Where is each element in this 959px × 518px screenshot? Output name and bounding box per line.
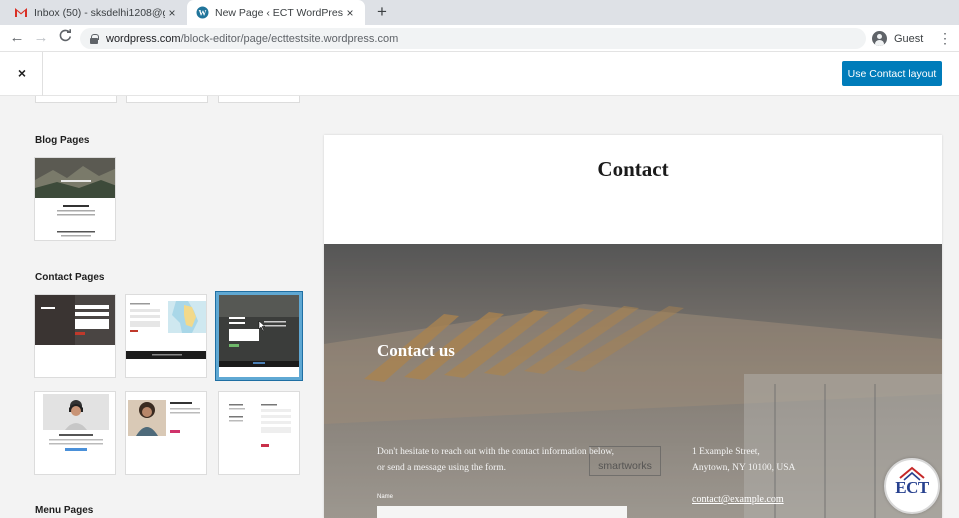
profile-label: Guest bbox=[894, 32, 924, 45]
contact-layout-5-preview bbox=[128, 400, 200, 436]
blog-layout-preview bbox=[35, 158, 115, 237]
browser-menu-icon[interactable]: ⋮ bbox=[938, 29, 952, 47]
layout-picker: Blog Pages Contact Pages Menu Pages Cont… bbox=[0, 96, 959, 518]
preview-hero-title: Contact us bbox=[377, 341, 455, 360]
preview-name-field bbox=[377, 506, 627, 518]
close-icon[interactable]: × bbox=[13, 64, 31, 82]
office-background-image bbox=[324, 244, 942, 518]
contact-layout-1-preview bbox=[35, 295, 115, 345]
reload-icon bbox=[59, 29, 71, 42]
preview-name-label: Name bbox=[377, 494, 394, 500]
close-tab-icon[interactable]: × bbox=[165, 6, 179, 20]
gmail-icon bbox=[14, 6, 28, 20]
url-domain: wordpress.com bbox=[106, 32, 181, 45]
section-heading-contact: Contact Pages bbox=[35, 272, 105, 283]
svg-text:W: W bbox=[198, 9, 206, 18]
lock-icon bbox=[90, 33, 99, 44]
layout-thumbnail-blog[interactable] bbox=[34, 157, 116, 241]
layout-thumbnail-partial[interactable] bbox=[126, 96, 208, 103]
contact-layout-3-preview bbox=[219, 295, 299, 367]
layout-thumbnail-contact-6[interactable] bbox=[218, 391, 300, 475]
contact-layout-2-preview bbox=[126, 295, 206, 377]
tab-title: New Page ‹ ECT WordPress Dem bbox=[215, 6, 343, 19]
browser-toolbar: ← → wordpress.com/block-editor/page/ectt… bbox=[0, 25, 959, 52]
contact-layout-4-preview bbox=[43, 394, 109, 451]
address-line-1: 1 Example Street, bbox=[692, 447, 760, 457]
preview-email-link: contact@example.com bbox=[692, 494, 784, 505]
ect-watermark-logo: ECT bbox=[884, 458, 940, 514]
wordpress-icon: W bbox=[195, 6, 209, 20]
address-bar[interactable]: wordpress.com/block-editor/page/ecttests… bbox=[80, 28, 866, 49]
ect-logo-text: ECT bbox=[895, 478, 929, 497]
layout-thumbnail-contact-1[interactable] bbox=[34, 294, 116, 378]
contact-layout-6-preview bbox=[229, 404, 291, 447]
new-tab-button[interactable]: + bbox=[373, 3, 391, 21]
layout-thumbnail-contact-2[interactable] bbox=[125, 294, 207, 378]
preview-intro-text: Don't hesitate to reach out with the con… bbox=[377, 447, 614, 473]
url-path: /block-editor/page/ecttestsite.wordpress… bbox=[180, 32, 399, 45]
profile-avatar-icon bbox=[872, 31, 887, 46]
reload-button[interactable] bbox=[56, 29, 74, 47]
tab-wordpress[interactable]: W New Page ‹ ECT WordPress Dem × bbox=[187, 0, 365, 25]
preview-address: 1 Example Street, Anytown, NY 10100, USA bbox=[692, 444, 832, 476]
browser-tab-strip: Inbox (50) - sksdelhi1208@gmai × W New P… bbox=[0, 0, 959, 25]
use-contact-layout-button[interactable]: Use Contact layout bbox=[842, 61, 942, 86]
tab-gmail[interactable]: Inbox (50) - sksdelhi1208@gmai × bbox=[6, 0, 187, 25]
layout-preview: Contact Contact us smartworks Don't hesi… bbox=[324, 135, 942, 518]
layout-thumbnail-contact-4[interactable] bbox=[34, 391, 116, 475]
layout-thumbnail-partial[interactable] bbox=[35, 96, 117, 103]
layout-thumbnail-contact-3-selected[interactable] bbox=[215, 291, 303, 381]
editor-header: × Use Contact layout bbox=[0, 52, 959, 96]
tab-title: Inbox (50) - sksdelhi1208@gmai bbox=[34, 6, 165, 19]
back-button[interactable]: ← bbox=[8, 29, 26, 47]
address-line-2: Anytown, NY 10100, USA bbox=[692, 463, 796, 473]
section-heading-blog: Blog Pages bbox=[35, 135, 90, 146]
layout-thumbnail-partial[interactable] bbox=[218, 96, 300, 103]
preview-hero: Contact us smartworks Don't hesitate to … bbox=[324, 244, 942, 518]
forward-button[interactable]: → bbox=[32, 29, 50, 47]
profile-button[interactable]: Guest bbox=[872, 28, 923, 49]
close-tab-icon[interactable]: × bbox=[343, 6, 357, 20]
section-heading-menu: Menu Pages bbox=[35, 505, 94, 516]
layout-thumbnail-contact-5[interactable] bbox=[125, 391, 207, 475]
preview-page-title: Contact bbox=[597, 157, 669, 181]
header-divider bbox=[42, 52, 43, 96]
